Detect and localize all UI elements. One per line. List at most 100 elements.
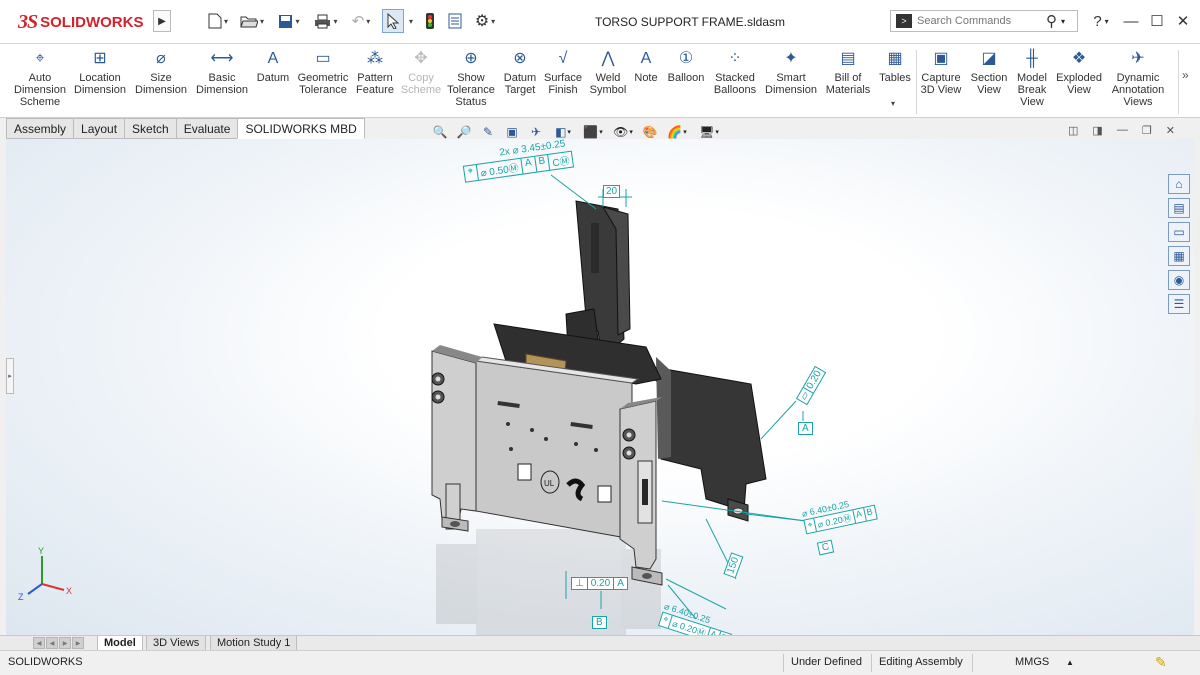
next-tab-icon[interactable]: ▶: [59, 637, 71, 649]
apply-scene-button[interactable]: 🌈 ▾: [666, 124, 688, 140]
viewport-restore-icon[interactable]: ❐: [1142, 124, 1152, 137]
open-document-button[interactable]: ▾: [236, 9, 268, 33]
undo-icon: ↶: [351, 13, 365, 30]
view-orientation-button[interactable]: ◧ ▾: [552, 124, 574, 140]
solidworks-resources-tab[interactable]: ⌂: [1168, 174, 1190, 194]
ribbon-overflow-icon[interactable]: »: [1182, 68, 1189, 82]
help-button[interactable]: ? ▾: [1088, 10, 1114, 32]
ribbon-exploded-view-button[interactable]: ❖ Exploded View: [1047, 48, 1111, 97]
perp-datum: A: [617, 578, 624, 589]
ribbon-label: Balloon: [667, 72, 705, 84]
first-tab-icon[interactable]: ◀: [33, 637, 45, 649]
menu-expand-arrow[interactable]: ▶: [153, 10, 171, 32]
ribbon-stacked-balloons-button[interactable]: ⁘ Stacked Balloons: [703, 48, 767, 97]
previous-view-button[interactable]: ✎: [480, 124, 496, 140]
edit-appearance-button[interactable]: 🎨: [642, 124, 658, 140]
select-button[interactable]: [382, 9, 404, 33]
view-palette-tab[interactable]: ▦: [1168, 246, 1190, 266]
annotation-view-icon: ✈: [530, 125, 542, 139]
search-input[interactable]: [917, 15, 1042, 27]
bottom-tab-motion-study[interactable]: Motion Study 1: [210, 636, 298, 651]
save-icon: [279, 14, 293, 28]
options-button[interactable]: ⚙ ▾: [470, 9, 500, 33]
zoom-to-fit-button[interactable]: 🔍: [432, 124, 448, 140]
new-document-button[interactable]: ▾: [202, 9, 234, 33]
heads-up-view-toolbar: 🔍 🔎 ✎ ▣ ✈ ◧ ▾ ⬛ ▾ 👁 ▾ 🎨 🌈 ▾ 🖥 ▾: [432, 122, 722, 142]
datum-a-label[interactable]: A: [798, 422, 813, 435]
dynamic-annotation-icon: ✈: [1131, 50, 1145, 67]
ribbon-location-dimension-button[interactable]: ⊞ Location Dimension: [68, 48, 132, 97]
command-prompt-icon: >: [896, 14, 912, 28]
appearance-icon: 🎨: [642, 125, 658, 139]
printer-icon: [315, 14, 331, 28]
viewport-minimize-icon[interactable]: —: [1117, 124, 1128, 137]
cursor-arrow-icon: [387, 13, 399, 29]
hide-show-items-button[interactable]: 👁 ▾: [612, 124, 634, 140]
display-style-button[interactable]: ⬛ ▾: [582, 124, 604, 140]
ribbon-label: Auto Dimension Scheme: [14, 72, 66, 108]
ribbon-smart-dimension-button[interactable]: ✦ Smart Dimension: [759, 48, 823, 97]
feature-tree-toggle[interactable]: ▸: [6, 358, 14, 394]
ribbon-label: Tables: [879, 72, 911, 84]
bottom-tab-model[interactable]: Model: [97, 636, 143, 651]
perp-value: 0.20: [588, 578, 615, 589]
view-settings-button[interactable]: 🖥 ▾: [696, 124, 722, 140]
auto-dimension-icon: ⌖: [35, 50, 45, 67]
ribbon-dynamic-annotation-button[interactable]: ✈ Dynamic Annotation Views: [1106, 48, 1170, 109]
maximize-button[interactable]: ☐: [1146, 10, 1168, 32]
design-library-tab[interactable]: ▤: [1168, 198, 1190, 218]
close-button[interactable]: ✕: [1172, 10, 1194, 32]
ribbon-label: Copy Scheme: [400, 72, 442, 96]
file-properties-button[interactable]: [446, 9, 464, 33]
last-tab-icon[interactable]: ▶: [72, 637, 84, 649]
undo-button[interactable]: ↶ ▾: [347, 9, 375, 33]
tables-dropdown-arrow[interactable]: ▾: [891, 99, 895, 108]
split-right-icon[interactable]: ◨: [1092, 124, 1102, 137]
rebuild-status-icon[interactable]: ✎: [1155, 654, 1167, 671]
dynamic-annotation-button[interactable]: ✈: [528, 124, 544, 140]
model-canvas[interactable]: UL: [6, 139, 1194, 635]
left-side-plate[interactable]: [431, 345, 482, 532]
rebuild-button[interactable]: [422, 9, 438, 33]
ribbon-size-dimension-button[interactable]: ⌀ Size Dimension: [129, 48, 193, 97]
zoom-to-area-button[interactable]: 🔎: [456, 124, 472, 140]
tab-layout[interactable]: Layout: [73, 118, 125, 139]
viewport-close-icon[interactable]: ✕: [1166, 124, 1175, 137]
ribbon-label: Model Break View: [1017, 72, 1047, 108]
datum-b-label[interactable]: B: [592, 616, 607, 629]
bottom-tab-3d-views[interactable]: 3D Views: [146, 636, 207, 651]
select-dropdown[interactable]: ▾: [405, 9, 415, 33]
tab-solidworks-mbd[interactable]: SOLIDWORKS MBD: [237, 118, 365, 139]
zoom-area-icon: 🔎: [456, 125, 472, 139]
status-bar: SOLIDWORKS Under Defined Editing Assembl…: [0, 650, 1200, 675]
save-button[interactable]: ▾: [273, 9, 305, 33]
file-explorer-tab[interactable]: ▭: [1168, 222, 1190, 242]
ribbon-auto-dimension-button[interactable]: ⌖ Auto Dimension Scheme: [8, 48, 72, 109]
tab-evaluate[interactable]: Evaluate: [175, 118, 238, 139]
front-panel[interactable]: UL: [474, 356, 640, 540]
print-button[interactable]: ▾: [310, 9, 342, 33]
tab-assembly[interactable]: Assembly: [6, 118, 74, 139]
ribbon-label: Dynamic Annotation Views: [1111, 72, 1165, 108]
search-icon[interactable]: ⚲: [1046, 12, 1057, 30]
command-manager-tabs: Assembly Layout Sketch Evaluate SOLIDWORKS M…: [6, 118, 365, 139]
units-arrow-icon[interactable]: ▲: [1066, 658, 1074, 667]
tab-sketch[interactable]: Sketch: [124, 118, 176, 139]
prev-tab-icon[interactable]: ◀: [46, 637, 58, 649]
appearances-tab[interactable]: ◉: [1168, 270, 1190, 290]
upright-bracket[interactable]: [565, 200, 631, 358]
minimize-button[interactable]: —: [1120, 10, 1142, 32]
split-left-icon[interactable]: ◫: [1068, 124, 1078, 137]
search-commands-box[interactable]: > ⚲ ▾: [890, 10, 1078, 32]
section-view-button[interactable]: ▣: [504, 124, 520, 140]
command-manager-ribbon: ⌖ Auto Dimension Scheme ⊞ Location Dimensio…: [0, 44, 1200, 118]
status-units[interactable]: MMGS: [1015, 656, 1049, 668]
custom-properties-tab[interactable]: ☰: [1168, 294, 1190, 314]
logo-word: SOLIDWORKS: [40, 13, 144, 31]
perpendicularity-fcf[interactable]: ⊥ 0.20 A: [571, 577, 628, 590]
width-dimension[interactable]: 20: [603, 185, 621, 198]
search-options-dropdown[interactable]: ▾: [1061, 17, 1065, 26]
graphics-area[interactable]: UL 2x ⌀ 3.45±0.25 ⌖ ⌀ 0.50Ⓜ A B CⓂ 20 ▱ …: [6, 138, 1194, 649]
section-view-icon: ▣: [506, 125, 518, 139]
solidworks-logo[interactable]: 3S SOLIDWORKS: [18, 9, 143, 35]
